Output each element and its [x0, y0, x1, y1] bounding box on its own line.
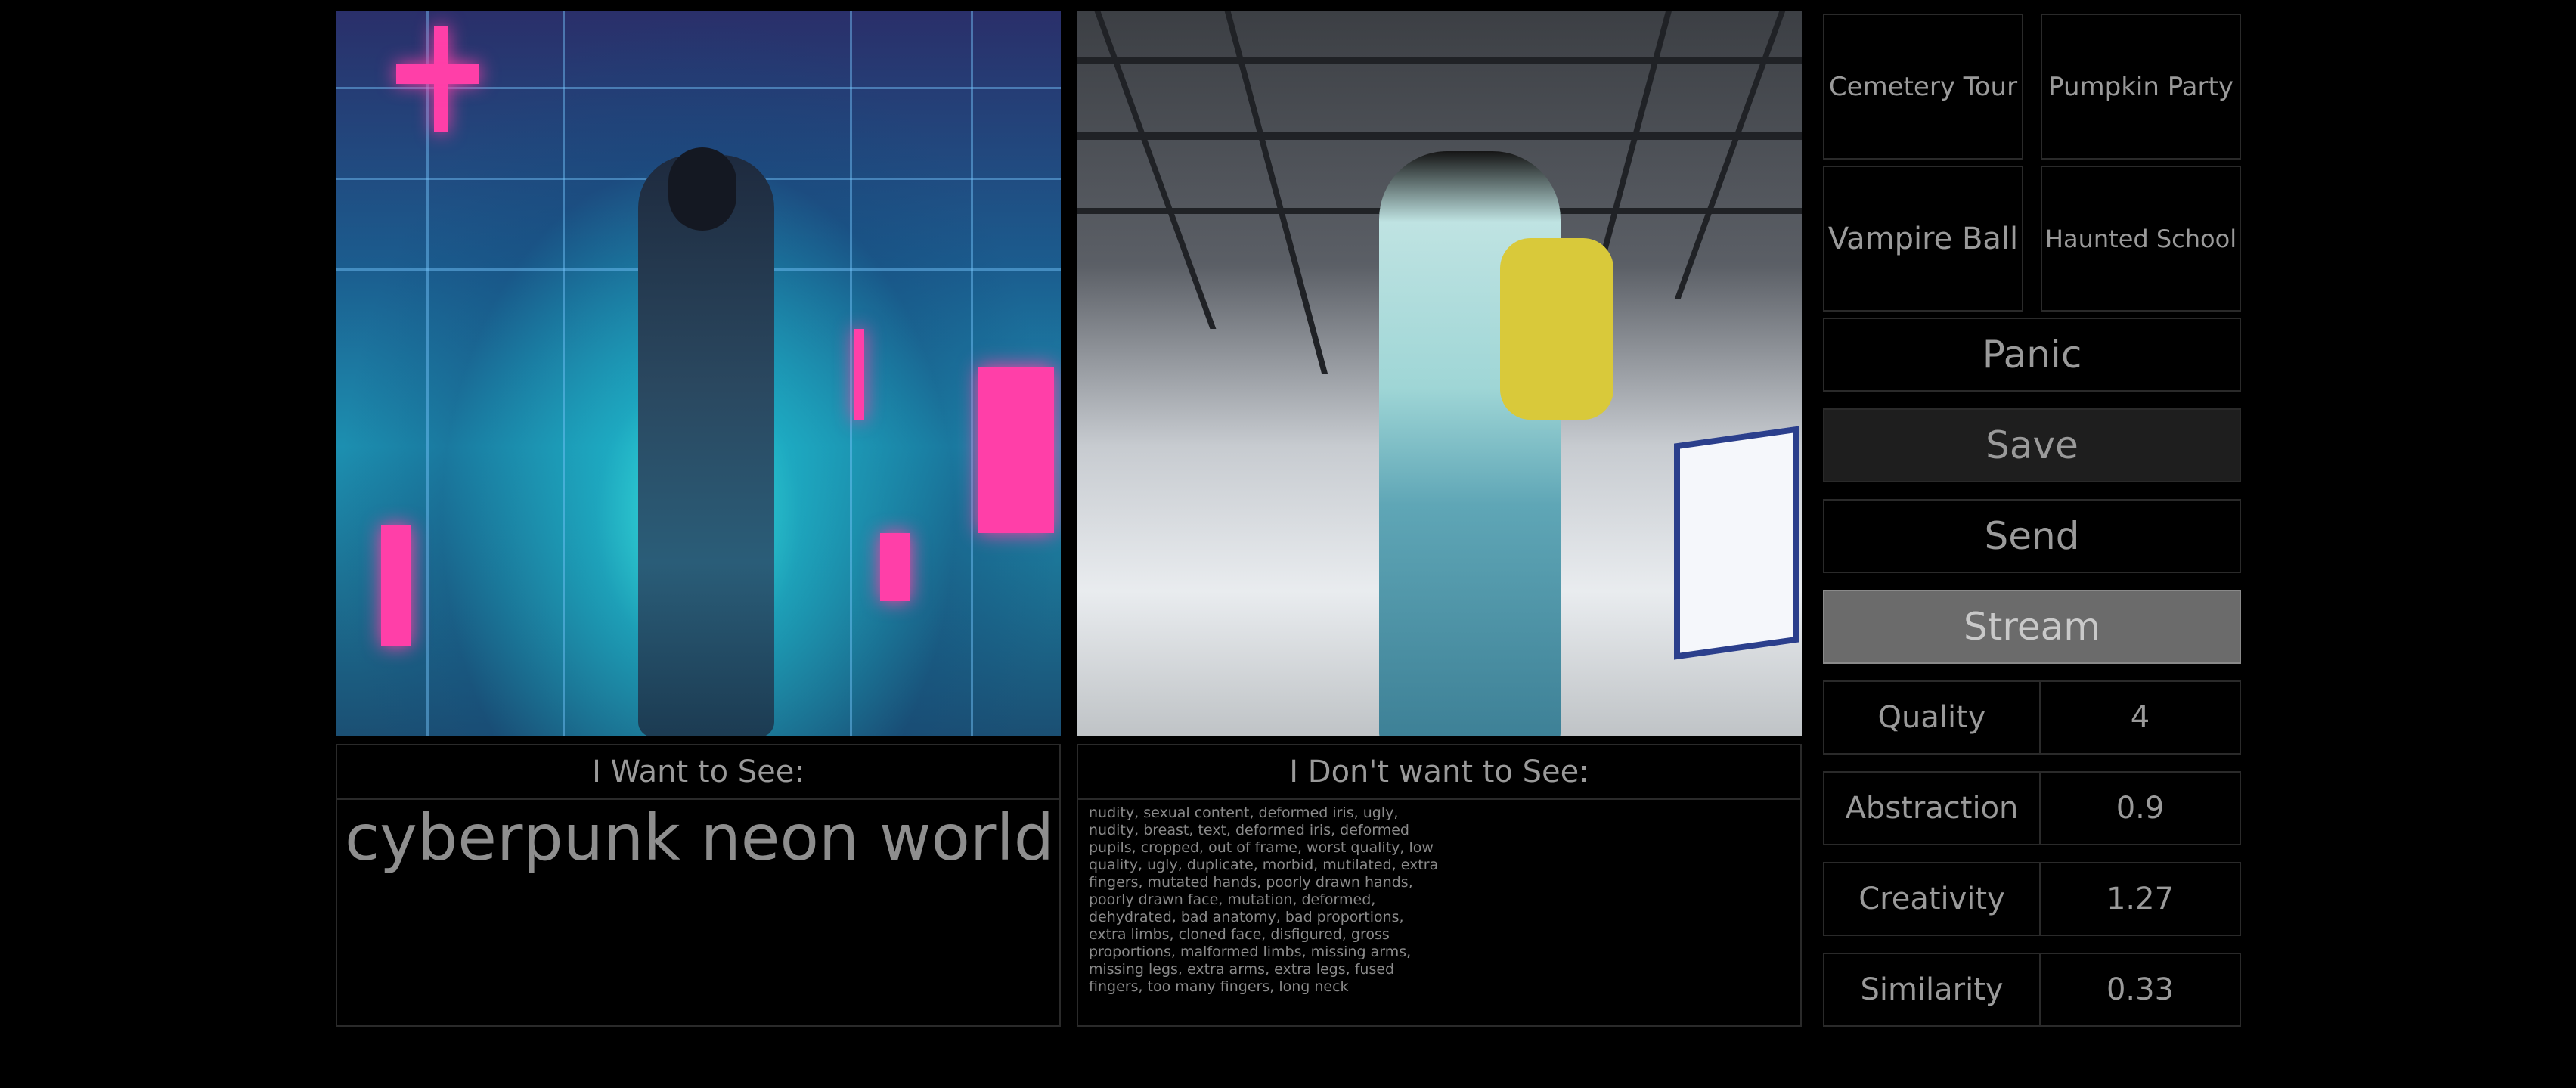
- preset-vampire-ball-button[interactable]: Vampire Ball: [1823, 166, 2023, 312]
- preset-haunted-school-button[interactable]: Haunted School: [2041, 166, 2241, 312]
- similarity-label: Similarity: [1823, 953, 2041, 1027]
- abstraction-input[interactable]: 0.9: [2039, 771, 2241, 845]
- quality-input[interactable]: 4: [2039, 680, 2241, 755]
- camera-feed: [1077, 11, 1802, 736]
- negative-prompt-input[interactable]: nudity, sexual content, deformed iris, u…: [1078, 800, 1455, 1000]
- generated-image: [336, 11, 1061, 736]
- send-button[interactable]: Send: [1823, 499, 2241, 573]
- positive-prompt-input[interactable]: cyberpunk neon world: [337, 800, 1059, 876]
- creativity-input[interactable]: 1.27: [2039, 862, 2241, 936]
- panic-button[interactable]: Panic: [1823, 318, 2241, 392]
- quality-label: Quality: [1823, 680, 2041, 755]
- similarity-input[interactable]: 0.33: [2039, 953, 2241, 1027]
- stream-button[interactable]: Stream: [1823, 590, 2241, 664]
- preset-cemetery-tour-button[interactable]: Cemetery Tour: [1823, 14, 2023, 160]
- positive-prompt-panel: I Want to See: cyberpunk neon world: [336, 744, 1061, 1027]
- creativity-label: Creativity: [1823, 862, 2041, 936]
- negative-prompt-label: I Don't want to See:: [1078, 745, 1800, 800]
- positive-prompt-label: I Want to See:: [337, 745, 1059, 800]
- negative-prompt-panel: I Don't want to See: nudity, sexual cont…: [1077, 744, 1802, 1027]
- abstraction-label: Abstraction: [1823, 771, 2041, 845]
- save-button[interactable]: Save: [1823, 408, 2241, 482]
- preset-pumpkin-party-button[interactable]: Pumpkin Party: [2041, 14, 2241, 160]
